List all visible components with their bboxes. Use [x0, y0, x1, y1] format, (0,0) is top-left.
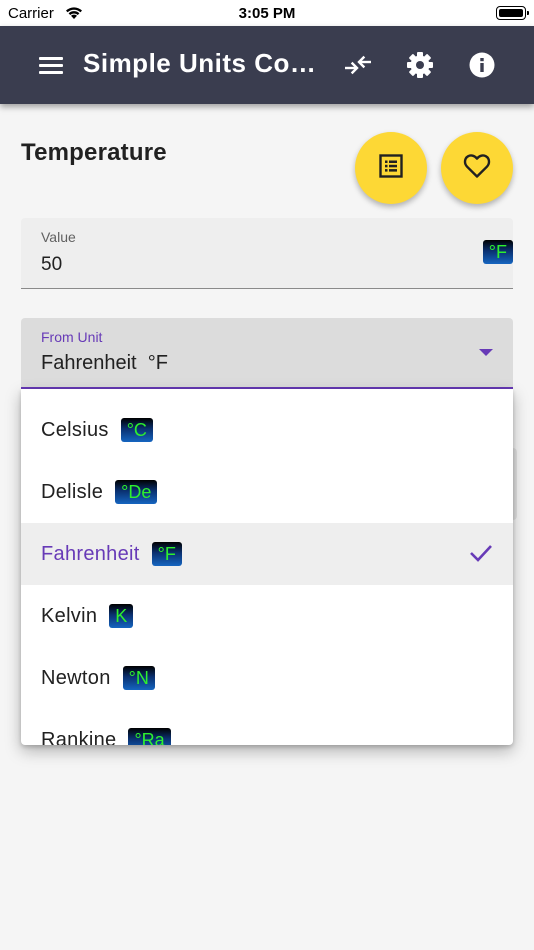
- checkmark-icon: [469, 543, 493, 568]
- list-icon: [378, 153, 404, 184]
- dropdown-arrow-icon: [479, 349, 493, 356]
- menu-item-rankine[interactable]: Rankine °Ra: [21, 709, 513, 745]
- app-bar: Simple Units Con…: [0, 26, 534, 104]
- unit-symbol-badge: °F: [151, 542, 182, 566]
- menu-item-label: Kelvin: [41, 604, 98, 627]
- unit-symbol-badge: °C: [120, 418, 153, 442]
- menu-item-delisle[interactable]: Delisle °De: [21, 461, 513, 523]
- menu-item-label: Delisle: [41, 480, 104, 503]
- battery-icon: [496, 6, 529, 20]
- unit-symbol-badge: °De: [115, 480, 158, 504]
- menu-item-label: Rankine: [41, 728, 117, 746]
- unit-symbol-badge: °F: [482, 240, 513, 264]
- value-label: Value: [41, 229, 76, 245]
- from-unit-dropdown[interactable]: From Unit Fahrenheit °F: [21, 318, 513, 389]
- info-icon[interactable]: [465, 48, 499, 82]
- menu-item-newton[interactable]: Newton °N: [21, 647, 513, 709]
- gear-icon[interactable]: [403, 48, 437, 82]
- menu-item-label: Celsius: [41, 418, 109, 441]
- menu-item-celsius[interactable]: Celsius °C: [21, 399, 513, 461]
- page-title: Temperature: [21, 139, 167, 166]
- swap-arrows-icon[interactable]: [341, 48, 375, 82]
- menu-item-label: Fahrenheit: [41, 542, 140, 565]
- clock: 3:05 PM: [238, 5, 296, 22]
- value-field[interactable]: Value 50 °F: [21, 218, 513, 289]
- menu-item-kelvin[interactable]: Kelvin K: [21, 585, 513, 647]
- unit-symbol-badge: °N: [122, 666, 155, 690]
- menu-item-label: Newton: [41, 666, 111, 689]
- unit-symbol-badge: K: [109, 604, 134, 628]
- status-bar: Carrier 3:05 PM: [0, 0, 534, 26]
- unit-symbol-badge: °Ra: [128, 728, 171, 745]
- app-title: Simple Units Con…: [83, 48, 331, 78]
- menu-item-fahrenheit[interactable]: Fahrenheit °F: [21, 523, 513, 585]
- hamburger-menu-icon[interactable]: [36, 52, 66, 78]
- from-unit-label: From Unit: [41, 329, 103, 345]
- list-button[interactable]: [355, 132, 427, 204]
- favorite-button[interactable]: [441, 132, 513, 204]
- from-unit-value: Fahrenheit °F: [41, 352, 168, 374]
- heart-outline-icon: [463, 153, 491, 184]
- unit-dropdown-menu: Celsius °C Delisle °De Fahrenheit °F Kel…: [21, 389, 513, 745]
- value-input[interactable]: 50: [41, 254, 62, 276]
